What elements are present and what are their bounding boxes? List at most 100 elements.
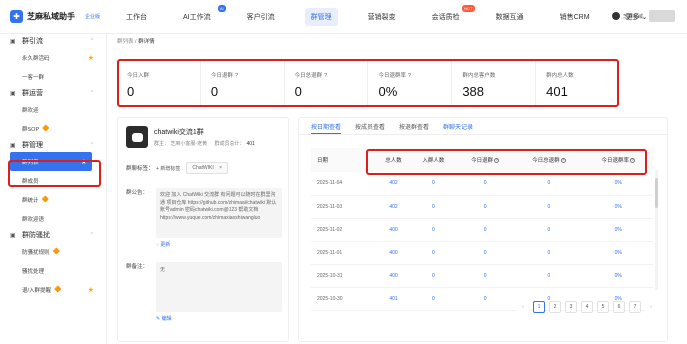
sidebar-item-3-0[interactable]: 防骚扰规则 🔶 [0,242,106,261]
nav-label: AI工作流 [183,13,211,21]
table-row: 2025-11-03 402 0 0 0 0% [311,195,653,219]
sidebar-group-3[interactable]: ▣ 群防骚扰 ⌃ [0,228,106,242]
table-cell: 2025-10-30 [311,287,377,311]
table-header: 日期 总人数 入群人数 今日退群? 今日总退群? 今日退群率? [311,148,653,172]
table-cell[interactable]: 401 [376,287,411,311]
help-icon[interactable]: ? [494,158,500,164]
nav-item-0[interactable]: 工作台 [120,8,153,26]
group-avatar [126,126,148,148]
group-tag[interactable]: ChatWIKI × [186,162,229,174]
tab-2[interactable]: 按退群查看 [399,122,429,134]
sidebar-item-2-0[interactable]: 群列表 ★ [10,152,92,171]
help-icon[interactable]: ? [630,158,636,164]
edit-label: 编辑 [161,316,172,322]
chevron-up-icon[interactable]: ⌃ [90,90,94,96]
tab-1[interactable]: 按成员查看 [355,122,385,134]
table-cell: 2025-10-31 [311,264,377,288]
nav-item-1[interactable]: AI工作流 AI [177,4,226,26]
help-icon[interactable]: ? [408,73,411,79]
nav-item-3[interactable]: 群管理 [304,7,338,26]
page-button-1[interactable]: 1 [533,301,545,313]
table-cell[interactable]: 400 [376,218,411,242]
table-cell[interactable]: 402 [376,172,411,196]
sidebar-group-1[interactable]: ▣ 群运营 ⌃ [0,86,106,100]
nav-item-7[interactable]: 销售CRM [554,8,596,26]
sidebar-item-1-1[interactable]: 群SOP 🔶 [0,119,106,138]
app-logo[interactable]: ✚ 芝麻私域助手 企业版 [0,10,120,23]
table-cell: 0 [514,264,584,288]
sidebar-item-label: 永久群活码 [22,55,50,62]
table-cell[interactable]: 400 [376,264,411,288]
refresh-icon: ◌ [156,242,159,248]
edit-icon: ✎ [156,316,161,322]
nav-item-5[interactable]: 会话质检 HOT [426,4,475,26]
sidebar-item-2-2[interactable]: 群统计 🔶 [0,190,106,209]
help-icon[interactable]: ? [324,73,327,79]
table-cell: 0 [410,287,457,311]
sidebar-group-0[interactable]: ▣ 群引流 ⌃ [0,34,106,48]
page-button-4[interactable]: 4 [581,301,593,313]
sidebar-item-1-0[interactable]: 群欢迎 [0,100,106,119]
page-button-5[interactable]: 5 [597,301,609,313]
page-button-7[interactable]: 7 [629,301,641,313]
refresh-link[interactable]: ◌ 更新 [118,241,288,248]
table-scrollbar[interactable] [655,170,658,290]
table-cell: 2025-11-04 [311,172,377,196]
star-icon[interactable]: ★ [88,286,94,294]
star-icon[interactable]: ★ [88,54,94,62]
help-icon[interactable]: ? [235,73,238,79]
help-icon[interactable]: ? [560,158,566,164]
sidebar-item-2-1[interactable]: 群成员 [0,171,106,190]
sidebar-group-2[interactable]: ▣ 群管理 ⌃ [0,138,106,152]
table-cell[interactable]: 400 [376,241,411,265]
member-count-label: 群成员总计： [214,141,245,147]
app-version[interactable]: 企业版 [85,13,100,20]
group-name: chatwiki交流1群 [154,129,204,136]
table-cell[interactable]: 402 [376,195,411,219]
sidebar-group-label: 群管理 [22,142,43,149]
star-icon[interactable]: ★ [81,158,87,166]
page-button-2[interactable]: 2 [549,301,561,313]
nav-badge: AI [217,4,226,12]
stat-label-text: 今日退群 [210,73,233,79]
page-button-6[interactable]: 6 [613,301,625,313]
notice-text: 欢迎 加入 ChatWiki 交流群 有问题可以随时在群里沟通 项目仓库 htt… [156,188,282,238]
sidebar-item-3-2[interactable]: 退/入群提醒 🔶 ★ [0,280,106,299]
sidebar-item-0-0[interactable]: 永久群活码 ★ [0,48,106,67]
tab-0[interactable]: 按日期查看 [311,122,342,134]
scrollbar-thumb[interactable] [655,178,658,208]
breadcrumb-separator: / [135,39,137,45]
breadcrumb-parent[interactable]: 群列表 [117,39,134,45]
nav-item-4[interactable]: 营销裂变 [362,8,402,26]
table-row: 2025-11-01 400 0 0 0 0% [311,241,653,265]
prev-page-button[interactable]: ‹ [517,301,529,313]
column-label: 今日退群率 [601,158,630,164]
remark-text: 无 [156,262,282,312]
user-name: 芝麻私域 [622,13,643,20]
nav-item-2[interactable]: 客户引流 [241,8,281,26]
sidebar-item-3-1[interactable]: 骚扰处理 [0,261,106,280]
add-tag-label: 新增标签 [160,165,181,172]
nav-item-6[interactable]: 数据互通 [490,8,530,26]
page-button-3[interactable]: 3 [565,301,577,313]
add-tag-button[interactable]: + 新增标签 [156,165,180,172]
group-owner-line: 群主： 芝麻小客服-老黄 群成员总计： 401 [154,140,255,147]
table-cell: 0 [456,241,515,265]
tab-3[interactable]: 群聊天记录 [443,122,473,134]
chevron-up-icon[interactable]: ⌃ [90,38,94,44]
chevron-up-icon[interactable]: ⌃ [90,142,94,148]
next-page-button[interactable]: › [645,301,657,313]
close-icon[interactable]: × [219,165,222,171]
nav-label: 群管理 [310,13,332,21]
sidebar-item-label: 群成员 [22,178,39,185]
sidebar-item-2-3[interactable]: 群欢迎语 [0,209,106,228]
top-bar: ✚ 芝麻私域助手 企业版 工作台 AI工作流 AI 客户引流 群管理 营销裂变 会话质检 HO… [0,0,687,34]
user-menu[interactable]: 芝麻私域 [611,10,675,22]
table-cell: 0 [456,218,515,242]
stat-value: 0 [127,84,135,99]
table-row: 2025-11-02 400 0 0 0 0% [311,218,653,242]
sidebar-item-0-1[interactable]: 一客一群 [0,67,106,86]
avatar[interactable] [649,10,675,22]
chevron-up-icon[interactable]: ⌃ [90,232,94,238]
edit-remark-link[interactable]: ✎ 编辑 [118,315,288,322]
